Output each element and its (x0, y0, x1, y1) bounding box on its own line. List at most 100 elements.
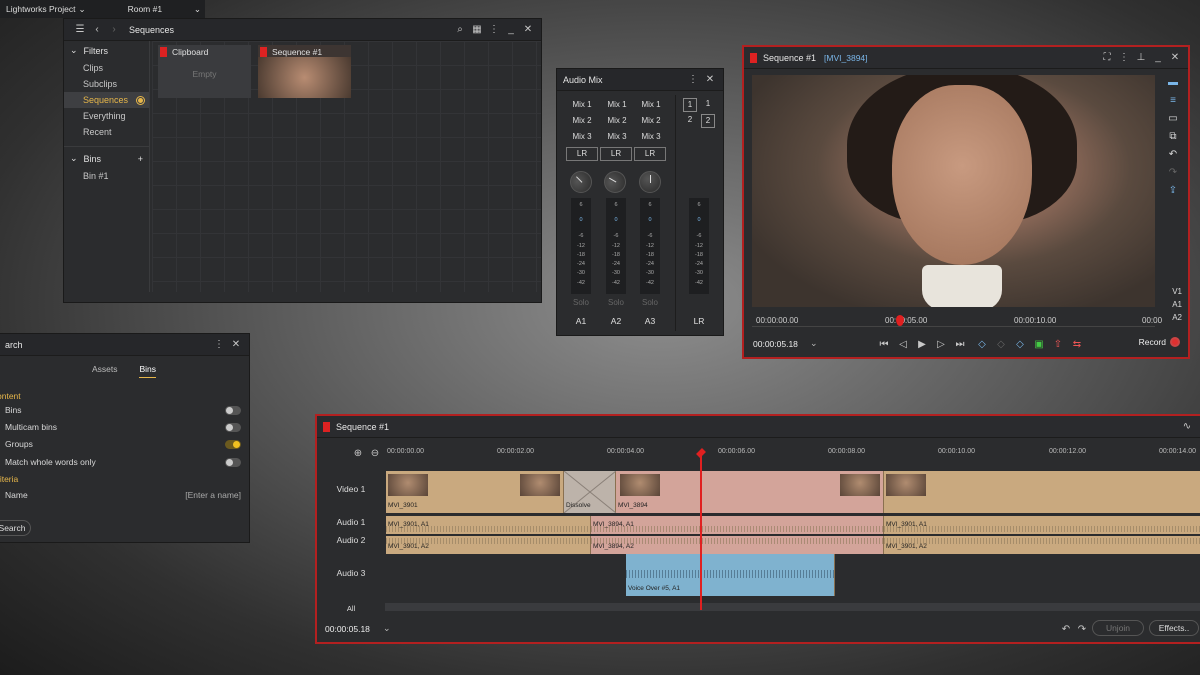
close-icon[interactable]: ✕ (703, 73, 717, 87)
close-icon[interactable]: ✕ (229, 338, 243, 352)
track-label-audio-3[interactable]: Audio 3 (317, 568, 385, 578)
toggle-switch[interactable] (225, 457, 241, 467)
fullscreen-icon[interactable]: ⛶ (1100, 51, 1114, 65)
track-label-audio-2[interactable]: Audio 2 (317, 535, 385, 545)
tile-clipboard[interactable]: Clipboard Empty (158, 45, 251, 98)
track-v1-label[interactable]: V1 (1172, 287, 1182, 296)
timeline-playhead[interactable] (700, 450, 702, 610)
undo-icon[interactable]: ↶ (1059, 622, 1073, 636)
mark-out-icon[interactable]: ◇ (1013, 337, 1027, 351)
option-groups[interactable]: Groups (5, 437, 241, 451)
mix-button[interactable]: Mix 2 (636, 114, 666, 127)
more-icon[interactable]: ⋮ (487, 23, 501, 37)
track-label-all[interactable]: All (317, 604, 385, 613)
menu-icon[interactable]: ☰ (73, 23, 87, 37)
level-meter[interactable]: 6 0 -6 -12 -18 -24 -30 -42 (571, 198, 591, 294)
track-label-video-1[interactable]: Video 1 (317, 484, 385, 494)
waveform-icon[interactable]: ∿ (1180, 420, 1194, 434)
minimize-icon[interactable]: _ (504, 23, 518, 37)
solo-button[interactable]: Solo (601, 298, 631, 307)
folder-icon[interactable]: ▬ (1166, 75, 1180, 89)
audio-clip[interactable]: MVI_3901, A1 (386, 516, 591, 534)
grid-view-icon[interactable]: ▦ (470, 23, 484, 37)
frame-icon[interactable]: ▭ (1166, 111, 1180, 125)
mix-button[interactable]: Mix 3 (602, 130, 632, 143)
track-a2-label[interactable]: A2 (1172, 313, 1182, 322)
mix-button[interactable]: Mix 1 (602, 98, 632, 111)
more-icon[interactable]: ⋮ (686, 73, 700, 87)
viewer-scrub-bar[interactable]: 00:00:00.00 00:00:05.00 00:00:10.00 00:0… (752, 313, 1162, 327)
mix-button[interactable]: Mix 2 (567, 114, 597, 127)
mix-button[interactable]: Mix 1 (567, 98, 597, 111)
chevron-down-icon[interactable]: ⌄ (810, 338, 818, 349)
track-label-audio-1[interactable]: Audio 1 (317, 517, 385, 527)
search-icon[interactable]: ⌕ (453, 23, 467, 37)
toggle-switch[interactable] (225, 439, 241, 449)
toggle-switch[interactable] (225, 422, 241, 432)
pan-knob[interactable] (639, 171, 661, 193)
mix-button[interactable]: Mix 3 (636, 130, 666, 143)
toggle-switch[interactable] (225, 405, 241, 415)
project-selector[interactable]: Lightworks Project ⌄ (0, 4, 92, 15)
unjoin-button[interactable]: Unjoin (1092, 620, 1144, 636)
voice-over-clip[interactable]: Voice Over #5, A1 (626, 554, 835, 596)
mix-button[interactable]: Mix 1 (636, 98, 666, 111)
more-icon[interactable]: ⋮ (1117, 51, 1131, 65)
forward-icon[interactable]: › (107, 23, 121, 37)
level-meter[interactable]: 6 0 -6 -12 -18 -24 -30 -42 (689, 198, 709, 294)
tile-sequence-1[interactable]: Sequence #1 (258, 45, 351, 98)
play-icon[interactable]: ▶ (915, 337, 929, 351)
filters-header[interactable]: ⌄ Filters (64, 41, 149, 60)
timeline-ruler[interactable]: 00:00:00.00 00:00:02.00 00:00:04.00 00:0… (385, 446, 1200, 460)
step-back-icon[interactable]: ◁ (896, 337, 910, 351)
audio-clip[interactable]: MVI_3901, A2 (884, 536, 1200, 554)
skip-end-icon[interactable]: ⏭ (953, 337, 967, 351)
zoom-in-icon[interactable]: ⊕ (351, 446, 365, 460)
tab-bins[interactable]: Bins (139, 364, 157, 378)
option-match-whole-words[interactable]: Match whole words only (5, 455, 241, 469)
pin-icon[interactable]: ⊥ (1134, 51, 1148, 65)
chevron-down-icon[interactable]: ⌄ (383, 623, 391, 634)
chevron-down-icon[interactable]: ⌄ (194, 4, 205, 15)
list-icon[interactable]: ≡ (1166, 93, 1180, 107)
lr-button[interactable]: LR (634, 147, 666, 161)
mark-clear-icon[interactable]: ◇ (994, 337, 1008, 351)
pan-knob[interactable] (599, 166, 631, 198)
minimize-icon[interactable]: _ (1151, 51, 1165, 65)
lock-icon[interactable]: ▣ (1032, 337, 1046, 351)
video-clip-selected[interactable]: MVI_3894 (616, 471, 884, 513)
effects-button[interactable]: Effects.. (1149, 620, 1199, 636)
search-button[interactable]: Search (0, 520, 31, 536)
close-icon[interactable]: ✕ (1168, 51, 1182, 65)
dissolve-transition[interactable]: Dissolve (564, 471, 616, 513)
record-button[interactable]: Record (1139, 337, 1180, 347)
redo-icon[interactable]: ↷ (1166, 165, 1180, 179)
overwrite-icon[interactable]: ⇆ (1070, 337, 1084, 351)
tab-assets[interactable]: Assets (92, 364, 118, 378)
video-clip[interactable] (884, 471, 1200, 513)
copy-icon[interactable]: ⧉ (1166, 129, 1180, 143)
redo-icon[interactable]: ↷ (1075, 622, 1089, 636)
bins-header[interactable]: ⌄ Bins + (64, 146, 149, 168)
sidebar-item-bin-1[interactable]: Bin #1 (64, 168, 149, 184)
step-forward-icon[interactable]: ▷ (934, 337, 948, 351)
audio-clip[interactable]: MVI_3901, A2 (386, 536, 591, 554)
viewer-timecode[interactable]: 00:00:05.18 (753, 339, 798, 349)
name-input[interactable]: [Enter a name] (185, 490, 241, 500)
mix-button[interactable]: Mix 2 (602, 114, 632, 127)
option-multicam-bins[interactable]: Multicam bins (5, 420, 241, 434)
video-clip[interactable]: MVI_3901 (386, 471, 564, 513)
level-meter[interactable]: 6 0 -6 -12 -18 -24 -30 -42 (606, 198, 626, 294)
sidebar-item-subclips[interactable]: Subclips (64, 76, 149, 92)
export-icon[interactable]: ⇪ (1166, 183, 1180, 197)
option-bins[interactable]: Bins (5, 403, 241, 417)
solo-button[interactable]: Solo (566, 298, 596, 307)
add-icon[interactable]: + (138, 154, 143, 164)
sidebar-item-clips[interactable]: Clips (64, 60, 149, 76)
mix-button[interactable]: Mix 3 (567, 130, 597, 143)
timeline-timecode[interactable]: 00:00:05.18 (325, 624, 370, 634)
back-icon[interactable]: ‹ (90, 23, 104, 37)
video-frame[interactable] (752, 75, 1155, 307)
zoom-out-icon[interactable]: ⊖ (368, 446, 382, 460)
audio-clip-selected[interactable]: MVI_3894, A1 (591, 516, 884, 534)
